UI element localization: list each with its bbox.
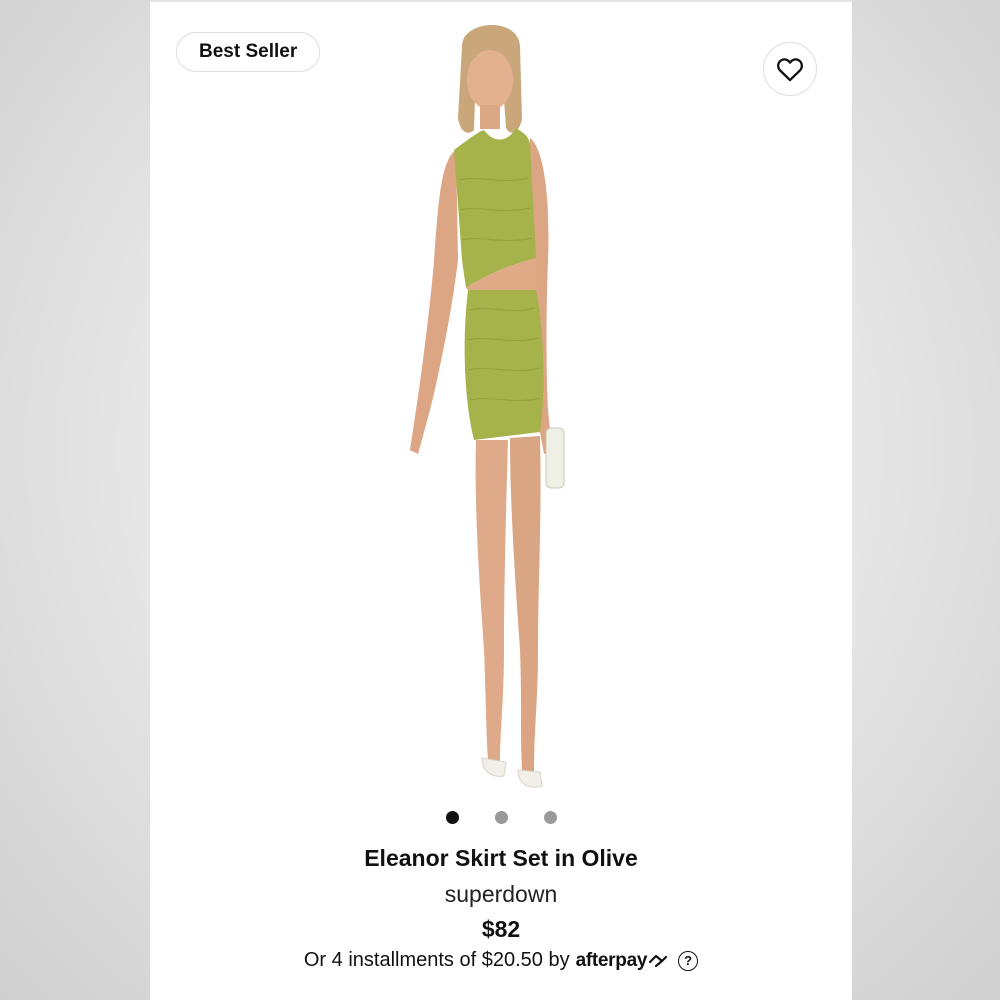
afterpay-logo: afterpay (576, 950, 669, 972)
product-brand[interactable]: superdown (150, 881, 852, 908)
gallery-dot-2[interactable] (494, 811, 508, 824)
favorite-button[interactable] (763, 42, 817, 96)
gallery-dot-3[interactable] (543, 811, 557, 824)
product-price: $82 (481, 916, 521, 942)
question-circle-icon[interactable]: ? (678, 950, 699, 971)
installments-text: Or 4 installments of $20.50 by (303, 949, 570, 971)
product-title[interactable]: Eleanor Skirt Set in Olive (150, 845, 852, 872)
gallery-pagination (150, 811, 852, 824)
product-image[interactable] (370, 10, 610, 800)
best-seller-badge: Best Seller (176, 32, 321, 72)
afterpay-wordmark: afterpay (575, 949, 648, 971)
product-card: Best Seller Eleanor Skirt Set in Olive s… (150, 0, 852, 1000)
gallery-dot-1[interactable] (445, 811, 459, 824)
help-glyph: ? (684, 953, 693, 968)
heart-icon (777, 58, 803, 82)
afterpay-arrows-icon (649, 954, 668, 967)
installments-row: Or 4 installments of $20.50 by afterpay … (150, 949, 852, 972)
badge-label: Best Seller (199, 41, 298, 62)
